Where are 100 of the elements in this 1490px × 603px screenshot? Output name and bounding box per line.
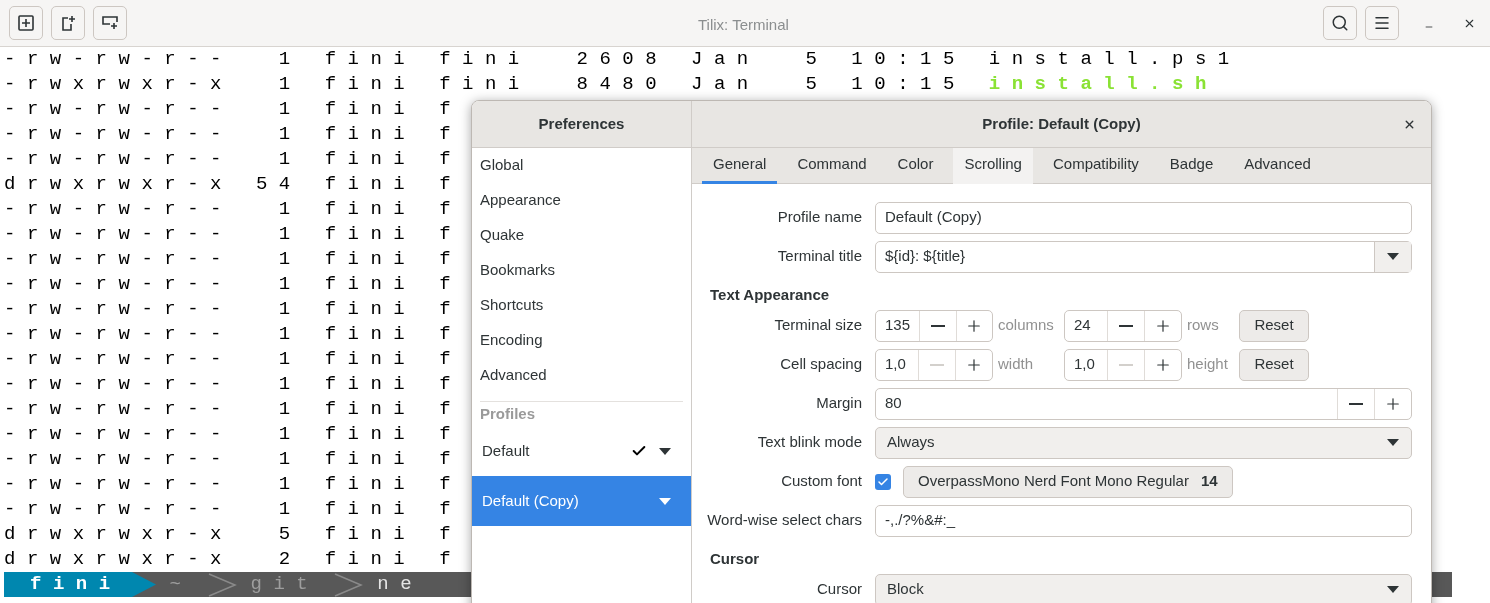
spin-value: 1,0 [884,354,907,375]
combo-value: ${id}: ${title} [884,246,967,267]
dialog-title: Profile: Default (Copy) [982,113,1141,134]
spin-value: 1,0 [1073,354,1096,375]
text-field[interactable]: Default (Copy) [875,201,1412,234]
font-button[interactable]: OverpassMono Nerd Font Mono Regular 14 [903,465,1233,498]
search-icon [1331,14,1349,32]
dropdown-arrow-icon [1387,439,1399,446]
minus-icon [930,363,944,366]
split-down-button[interactable] [93,6,127,40]
combo-dropdown-button[interactable] [1374,241,1411,272]
field-label: Text blink mode [757,432,862,453]
file-name: install.ps1 [988,47,1241,73]
tab[interactable]: Scrolling [953,148,1033,184]
dropdown-field[interactable]: Block [875,573,1412,603]
split-right-button[interactable] [51,6,85,40]
sidebar-item[interactable]: Quake [472,218,691,253]
field-label: Profile name [777,207,862,228]
terminal-line: -rw-rw-r-- 1 fini f [4,422,463,448]
tab[interactable]: Advanced [1233,148,1322,184]
terminal-line: -rw-rw-r-- 1 fini f [4,472,463,498]
dropdown-arrow-icon [659,447,671,455]
chevron-separator-icon [333,572,364,597]
terminal-line: -rw-rw-r-- 1 fini f [4,122,463,148]
add-terminal-button[interactable] [9,6,43,40]
combo-field[interactable]: ${id}: ${title} [875,240,1412,273]
menu-button[interactable] [1365,6,1399,40]
spin-field[interactable]: 1,0 [875,348,993,381]
terminal-line: -rw-rw-r-- 1 fini f [4,347,463,373]
sidebar-item[interactable]: Shortcuts [472,288,691,323]
profiles-heading: Profiles [480,403,536,424]
panel-plus-icon [102,16,118,30]
reset-button[interactable]: Reset [1239,309,1309,342]
file-name: install.sh [988,72,1218,98]
sidebar-item[interactable]: Encoding [472,323,691,358]
terminal-line: -rw-rw-r-- 1 fini f [4,147,463,173]
field-label: Cell spacing [780,354,862,375]
check-icon [877,475,889,488]
section-heading: Cursor [710,548,760,569]
spin-value: 24 [1073,315,1092,336]
terminal-line: -rw-rw-r-- 1 fini f [4,97,463,123]
profile-name: Default [482,440,531,461]
search-button[interactable] [1323,6,1357,40]
tab[interactable]: Color [886,148,945,184]
menu-icon [1373,14,1391,32]
tab[interactable]: Badge [1158,148,1225,184]
minus-icon [1349,402,1363,405]
checkbox[interactable] [875,473,891,490]
page-plus-icon [60,15,76,31]
terminal-line: -rw-rw-r-- 1 fini f [4,372,463,398]
sidebar-item[interactable]: Advanced [472,358,691,393]
tab[interactable]: Compatibility [1041,148,1150,184]
unit-label: width [998,354,1035,375]
terminal-line: -rw-rw-r-- 1 fini f [4,197,463,223]
terminal-line: drwxrwxr-x 5 fini f [4,522,463,548]
terminal-line: drwxrwxr-x 54 fini f [4,172,463,198]
field-label: Terminal title [777,246,862,267]
terminal-line: -rw-rw-r-- 1 fini f [4,447,463,473]
unit-label: rows [1187,315,1220,336]
profile-item[interactable]: Default (Copy) [472,476,691,526]
terminal-line: drwxrwxr-x 2 fini f [4,547,463,573]
segment-arrow-icon [131,572,156,597]
reset-button[interactable]: Reset [1239,348,1309,381]
dropdown-value: Always [887,432,935,453]
terminal-line: -rwxrwxr-x 1 fini fini 8480 Jan 5 10:15 [4,72,967,98]
sidebar-item[interactable]: Global [472,148,691,183]
spin-field[interactable]: 80 [875,387,1412,420]
profile-item[interactable]: Default [472,426,691,476]
sidebar-item[interactable]: Appearance [472,183,691,218]
spin-field[interactable]: 135 [875,309,993,342]
path-label: git [249,572,321,598]
field-label: Margin [816,393,862,414]
minus-icon [1119,363,1133,366]
field-label: Terminal size [774,315,862,336]
terminal-line: -rw-rw-r-- 1 fini f [4,247,463,273]
dropdown-field[interactable]: Always [875,426,1412,459]
terminal-line: -rw-rw-r-- 1 fini f [4,272,463,298]
dropdown-arrow-icon [1387,253,1399,260]
terminal-line: -rw-rw-r-- 1 fini f [4,497,463,523]
terminal-line: -rw-rw-r-- 1 fini f [4,297,463,323]
path-label: ne [376,572,425,598]
sidebar-title: Preferences [538,113,625,134]
spin-field[interactable]: 24 [1064,309,1182,342]
unit-label: columns [998,315,1055,336]
window-title: Tilix: Terminal [698,15,789,35]
square-plus-icon [18,15,34,31]
spin-value: 135 [884,315,912,336]
section-heading: Text Appearance [710,284,830,305]
text-field[interactable]: -,./?%&#:_ [875,504,1412,537]
minus-icon [1119,324,1133,327]
terminal-line: -rw-rw-r-- 1 fini f [4,397,463,423]
tab[interactable]: Command [786,148,878,184]
terminal-line: -rw-rw-r-- 1 fini f [4,222,463,248]
spin-field[interactable]: 1,0 [1064,348,1182,381]
sidebar-item[interactable]: Bookmarks [472,253,691,288]
minus-icon [930,324,945,327]
chevron-separator-icon [206,572,237,597]
dropdown-arrow-icon [1387,586,1399,593]
field-label: Word-wise select chars [707,510,862,531]
font-name: OverpassMono Nerd Font Mono Regular [918,471,1189,492]
